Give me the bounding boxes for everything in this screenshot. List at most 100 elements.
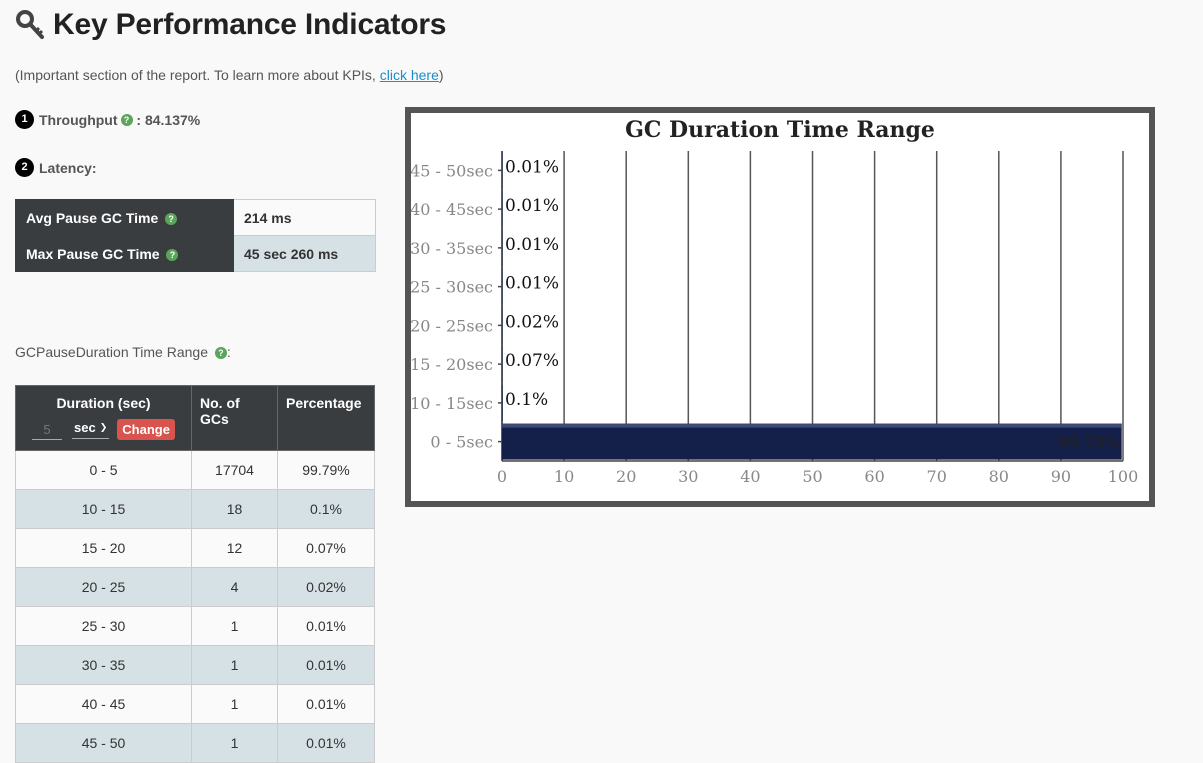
gc-duration-chart: GC Duration Time Range 0 10 20 30 40 50 60 70 80 9… xyxy=(405,107,1155,507)
page-title: Key Performance Indicators xyxy=(53,8,447,41)
table-row: 25 - 30 1 0.01% xyxy=(15,606,375,646)
data-label: 0.07% xyxy=(505,351,559,371)
duration-column-header: Duration (sec) sec ❯ Change xyxy=(15,385,192,451)
percentage-cell: 99.79% xyxy=(277,450,375,490)
help-icon[interactable]: ? xyxy=(165,212,178,225)
x-tick-label: 60 xyxy=(864,467,884,486)
avg-pause-value: 214 ms xyxy=(233,199,376,236)
duration-table: Duration (sec) sec ❯ Change No. of GCs P… xyxy=(15,385,375,763)
help-icon[interactable]: ? xyxy=(120,113,133,126)
y-tick-label: 40 - 45sec xyxy=(411,200,493,219)
count-cell: 18 xyxy=(191,489,278,529)
table-row: 10 - 15 18 0.1% xyxy=(15,489,375,529)
change-button[interactable]: Change xyxy=(117,419,175,440)
count-cell: 4 xyxy=(191,567,278,607)
percentage-cell: 0.01% xyxy=(277,723,375,763)
percentage-cell: 0.01% xyxy=(277,645,375,685)
y-tick-label: 30 - 35sec xyxy=(411,239,493,258)
chart-svg: GC Duration Time Range 0 10 20 30 40 50 60 70 80 9… xyxy=(411,117,1139,486)
data-label: 0.02% xyxy=(505,312,559,332)
learn-more-link[interactable]: click here xyxy=(380,67,439,83)
throughput-label: Throughput xyxy=(39,111,118,128)
x-tick-label: 40 xyxy=(740,467,760,486)
duration-header-label: Duration (sec) xyxy=(56,395,151,411)
chevron-down-icon: ❯ xyxy=(99,422,108,432)
bar-highlight xyxy=(502,423,1122,428)
data-label: 0.01% xyxy=(505,274,559,294)
bar xyxy=(502,307,503,344)
table-row: 20 - 25 4 0.02% xyxy=(15,567,375,607)
key-icon xyxy=(16,10,44,39)
count-cell: 17704 xyxy=(191,450,278,490)
page-header: Key Performance Indicators xyxy=(15,8,446,42)
data-label: 0.01% xyxy=(505,196,559,216)
duration-controls: sec ❯ Change xyxy=(24,419,183,440)
x-tick-label: 30 xyxy=(678,467,698,486)
bar xyxy=(502,152,503,189)
bar xyxy=(502,346,503,383)
bar xyxy=(502,423,1122,460)
percentage-cell: 0.01% xyxy=(277,606,375,646)
throughput-value: : 84.137% xyxy=(132,111,201,128)
range-cell: 0 - 5 xyxy=(15,450,192,490)
duration-input[interactable] xyxy=(32,419,63,440)
section-description: (Important section of the report. To lea… xyxy=(15,67,444,83)
table-row: 15 - 20 12 0.07% xyxy=(15,528,375,568)
percentage-cell: 0.02% xyxy=(277,567,375,607)
number-badge: 2 xyxy=(15,158,34,177)
x-tick-label: 50 xyxy=(802,467,822,486)
chart-title: GC Duration Time Range xyxy=(625,117,935,143)
x-tick-label: 70 xyxy=(927,467,947,486)
table-row: Max Pause GC Time ? 45 sec 260 ms xyxy=(15,235,376,272)
help-icon[interactable]: ? xyxy=(166,248,179,261)
bar xyxy=(502,384,503,421)
percentage-cell: 0.01% xyxy=(277,684,375,724)
y-tick-label: 10 - 15sec xyxy=(411,394,493,413)
throughput-kpi: 1 Throughput ? : 84.137% xyxy=(15,110,200,129)
x-tick-label: 80 xyxy=(989,467,1009,486)
x-tick-label: 10 xyxy=(554,467,574,486)
max-pause-value: 45 sec 260 ms xyxy=(233,235,376,272)
bar xyxy=(502,268,503,305)
max-pause-label: Max Pause GC Time xyxy=(26,245,160,262)
number-badge: 1 xyxy=(15,110,34,129)
latency-kpi: 2 Latency: xyxy=(15,158,97,177)
percentage-cell: 0.1% xyxy=(277,489,375,529)
percentage-cell: 0.07% xyxy=(277,528,375,568)
count-column-header: No. of GCs xyxy=(191,385,278,451)
table-row: Avg Pause GC Time ? 214 ms xyxy=(15,199,376,236)
x-tick-label: 20 xyxy=(616,467,636,486)
table-header-row: Duration (sec) sec ❯ Change No. of GCs P… xyxy=(15,385,375,451)
unit-select[interactable]: sec ❯ xyxy=(72,420,110,439)
count-cell: 1 xyxy=(191,606,278,646)
range-cell: 20 - 25 xyxy=(15,567,192,607)
bar xyxy=(502,191,503,228)
max-pause-label-cell: Max Pause GC Time ? xyxy=(15,235,234,272)
help-icon[interactable]: ? xyxy=(214,347,227,360)
data-label: 0.01% xyxy=(505,235,559,255)
range-cell: 45 - 50 xyxy=(15,723,192,763)
y-tick-label: 20 - 25sec xyxy=(411,316,493,335)
x-tick-label: 90 xyxy=(1051,467,1071,486)
description-suffix: ) xyxy=(438,67,444,83)
range-section-label: GCPauseDuration Time Range ?: xyxy=(15,344,231,360)
avg-pause-label: Avg Pause GC Time xyxy=(26,209,159,226)
table-row: 45 - 50 1 0.01% xyxy=(15,723,375,763)
count-cell: 12 xyxy=(191,528,278,568)
table-row: 30 - 35 1 0.01% xyxy=(15,645,375,685)
avg-pause-label-cell: Avg Pause GC Time ? xyxy=(15,199,234,236)
data-label: 0.01% xyxy=(505,157,559,177)
x-tick-label: 100 xyxy=(1108,467,1139,486)
count-cell: 1 xyxy=(191,723,278,763)
table-row: 0 - 5 17704 99.79% xyxy=(15,450,375,490)
description-text: (Important section of the report. To lea… xyxy=(15,67,380,83)
percentage-column-header: Percentage xyxy=(277,385,375,451)
range-cell: 30 - 35 xyxy=(15,645,192,685)
count-cell: 1 xyxy=(191,684,278,724)
y-tick-label: 15 - 20sec xyxy=(411,355,493,374)
range-cell: 25 - 30 xyxy=(15,606,192,646)
range-cell: 40 - 45 xyxy=(15,684,192,724)
range-cell: 15 - 20 xyxy=(15,528,192,568)
latency-label: Latency: xyxy=(39,159,97,176)
unit-select-value: sec xyxy=(74,420,96,435)
